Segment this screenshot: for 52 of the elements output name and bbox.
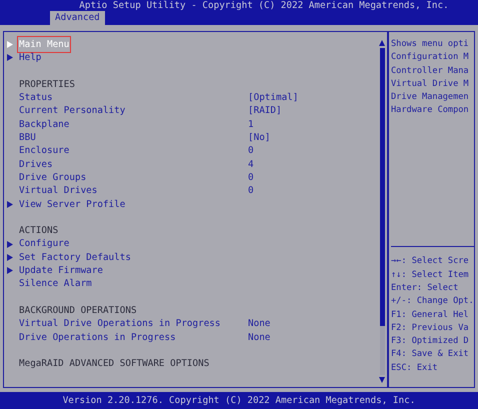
scroll-up-icon[interactable] bbox=[379, 40, 385, 46]
menu-item[interactable]: Help bbox=[19, 51, 42, 65]
help-text: Drive Managemen bbox=[391, 91, 470, 104]
key-hint: F3: Optimized D bbox=[391, 335, 470, 348]
help-text: Virtual Drive M bbox=[391, 78, 470, 91]
key-hint: Enter: Select bbox=[391, 282, 460, 295]
property-label[interactable]: Status bbox=[19, 91, 53, 104]
menu-item[interactable]: Silence Alarm bbox=[19, 277, 92, 291]
menu-item[interactable]: Update Firmware bbox=[19, 264, 103, 278]
triangle-right-icon bbox=[7, 200, 13, 208]
menu-item[interactable]: View Server Profile bbox=[19, 198, 126, 211]
tab[interactable]: Advanced bbox=[50, 11, 105, 25]
property-label[interactable]: Drive Operations in Progress bbox=[19, 330, 176, 344]
help-text: Controller Mana bbox=[391, 64, 470, 78]
property-value: 4 bbox=[248, 158, 255, 171]
property-value: 0 bbox=[248, 184, 255, 198]
property-value: None bbox=[248, 317, 272, 331]
key-hint: →←: Select Scre bbox=[391, 255, 470, 268]
property-label[interactable]: Virtual Drives bbox=[19, 184, 98, 198]
scroll-down-icon[interactable] bbox=[379, 377, 385, 383]
property-value: None bbox=[248, 330, 272, 344]
property-value: [RAID] bbox=[248, 104, 283, 118]
key-hint: +/-: Change Opt. bbox=[391, 295, 474, 308]
key-hint: ESC: Exit bbox=[391, 362, 439, 375]
section-heading: PROPERTIES bbox=[19, 78, 75, 92]
key-hint: ↑↓: Select Item bbox=[391, 268, 470, 282]
section-heading: MegaRAID ADVANCED SOFTWARE OPTIONS bbox=[19, 357, 210, 370]
section-heading: BACKGROUND OPERATIONS bbox=[19, 304, 137, 318]
property-label[interactable]: Drives bbox=[19, 158, 53, 171]
property-value: [No] bbox=[248, 131, 272, 144]
section-heading: ACTIONS bbox=[19, 224, 58, 238]
property-label[interactable]: Drive Groups bbox=[19, 170, 86, 184]
help-text: Configuration M bbox=[391, 51, 470, 64]
property-value: 1 bbox=[248, 118, 255, 132]
version-footer: Version 2.20.1276. Copyright (C) 2022 American Megatrends, Inc. bbox=[62, 395, 416, 406]
property-value: 0 bbox=[248, 144, 255, 158]
property-label[interactable]: Virtual Drive Operations in Progress bbox=[19, 317, 220, 331]
menu-item[interactable]: Configure bbox=[19, 237, 70, 251]
property-value: [Optimal] bbox=[248, 91, 300, 104]
help-text: Shows menu opti bbox=[391, 38, 470, 51]
scrollbar[interactable] bbox=[380, 48, 384, 375]
property-label[interactable]: BBU bbox=[19, 131, 36, 144]
key-hint: F2: Previous Va bbox=[391, 322, 470, 335]
window-title: Aptio Setup Utility - Copyright (C) 2022 American Megatrends, Inc. bbox=[78, 0, 450, 11]
menu-item[interactable]: Set Factory Defaults bbox=[19, 250, 131, 264]
property-label[interactable]: Current Personality bbox=[19, 104, 126, 118]
key-hint: F1: General Hel bbox=[391, 308, 470, 322]
property-value: 0 bbox=[248, 170, 255, 184]
property-label[interactable]: Backplane bbox=[19, 118, 70, 132]
help-text: Hardware Compon bbox=[391, 104, 470, 118]
property-label[interactable]: Enclosure bbox=[19, 144, 70, 158]
key-hint: F4: Save & Exit bbox=[391, 348, 470, 362]
